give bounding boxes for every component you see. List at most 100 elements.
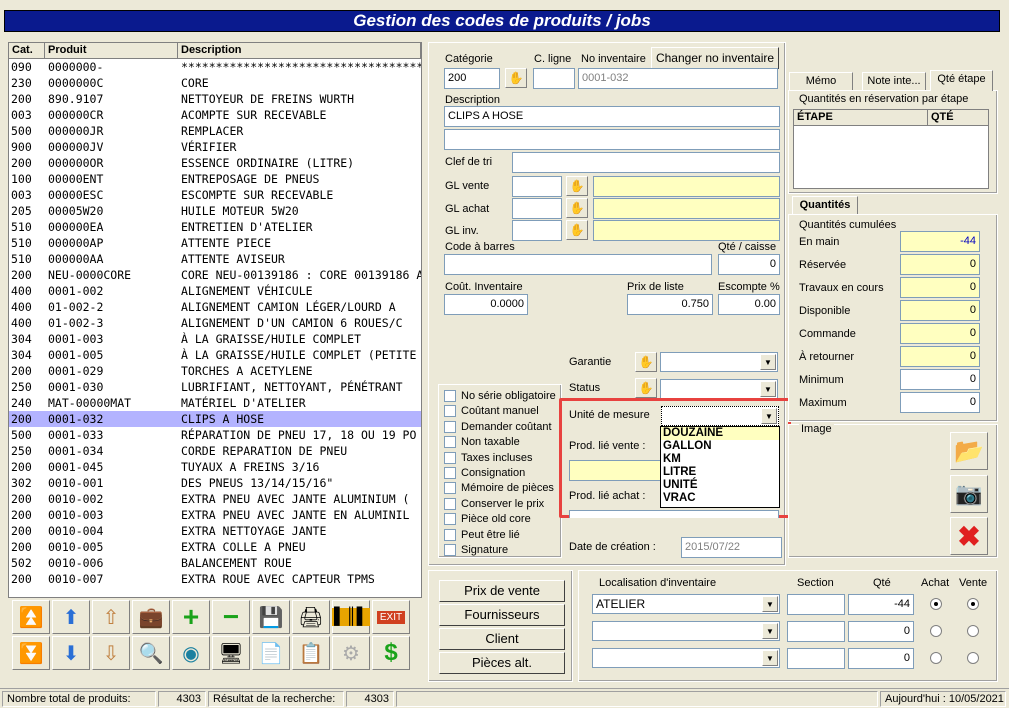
nav-up-icon[interactable]: ⬆ xyxy=(52,600,90,634)
list-item[interactable]: 250 0001-034 CORDE REPARATION DE PNEU xyxy=(9,443,421,459)
checkbox-option[interactable]: Peut être lié xyxy=(444,528,520,541)
chevron-down-icon[interactable]: ▼ xyxy=(762,650,778,666)
list-item[interactable]: 500 000000JR REMPLACER xyxy=(9,123,421,139)
save-icon[interactable]: 💾 xyxy=(252,600,290,634)
checkbox-box[interactable] xyxy=(444,451,456,464)
list-item[interactable]: 200 000000OR ESSENCE ORDINAIRE (LITRE) xyxy=(9,155,421,171)
briefcase-icon[interactable]: 💼 xyxy=(132,600,170,634)
checkbox-option[interactable]: Non taxable xyxy=(444,436,520,449)
checkbox-option[interactable]: Pièce old core xyxy=(444,513,531,526)
list-item[interactable]: 200 0001-045 TUYAUX A FREINS 3/16 xyxy=(9,459,421,475)
glvente-lookup-icon[interactable]: ✋ xyxy=(566,176,588,196)
list-item[interactable]: 510 000000AP ATTENTE PIECE xyxy=(9,235,421,251)
unite-option[interactable]: GALLON xyxy=(661,440,779,453)
garantie-select[interactable]: ▼ xyxy=(660,352,778,372)
col-header-qte[interactable]: QTÉ xyxy=(928,110,986,125)
checkbox-option[interactable]: Consignation xyxy=(444,467,525,479)
tab-quantites[interactable]: Quantités xyxy=(792,196,858,215)
chevron-down-icon[interactable]: ▼ xyxy=(760,354,776,370)
glvente-input[interactable] xyxy=(512,176,562,197)
glinv-input[interactable] xyxy=(512,220,562,241)
col-header-etape[interactable]: ÉTAPE xyxy=(794,110,928,125)
loc-select[interactable]: ▼ xyxy=(592,648,780,668)
list-item[interactable]: 240 MAT-00000MAT MATÉRIEL D'ATELIER xyxy=(9,395,421,411)
list-item[interactable]: 200 0010-005 EXTRA COLLE A PNEU xyxy=(9,539,421,555)
chevron-down-icon[interactable]: ▼ xyxy=(760,381,776,397)
list-item[interactable]: 304 0001-005 À LA GRAISSE/HUILE COMPLET (P… xyxy=(9,347,421,363)
unite-option[interactable]: VRAC xyxy=(661,492,779,505)
unite-dropdown-list[interactable]: DOUZAINE GALLON KM LITRE UNITÉ VRAC xyxy=(660,426,780,508)
client-button[interactable]: Client xyxy=(439,628,565,650)
list-item[interactable]: 400 0001-002 ALIGNEMENT VÉHICULE xyxy=(9,283,421,299)
checkbox-box[interactable] xyxy=(444,390,456,402)
vente-radio[interactable] xyxy=(967,598,979,610)
list-item[interactable]: 510 000000AA ATTENTE AVISEUR xyxy=(9,251,421,267)
list-item[interactable]: 510 000000EA ENTRETIEN D'ATELIER xyxy=(9,219,421,235)
categorie-input[interactable]: 200 xyxy=(444,68,500,89)
camera-icon[interactable]: 📷 xyxy=(950,475,988,513)
arrow-up-icon[interactable]: ⇧ xyxy=(92,600,130,634)
unite-option[interactable]: UNITÉ xyxy=(661,479,779,492)
list-item[interactable]: 400 01-002-2 ALIGNEMENT CAMION LÉGER/LOURD… xyxy=(9,299,421,315)
checkbox-box[interactable] xyxy=(444,482,456,495)
qtecaisse-input[interactable]: 0 xyxy=(718,254,780,275)
section-input[interactable] xyxy=(787,648,845,669)
glachat-input[interactable] xyxy=(512,198,562,219)
list-item[interactable]: 230 0000000C CORE xyxy=(9,75,421,91)
list-item[interactable]: 003 000000CR ACOMPTE SUR RECEVABLE xyxy=(9,107,421,123)
loc-qte-input[interactable]: -44 xyxy=(848,594,914,615)
checkbox-box[interactable] xyxy=(444,513,456,526)
document-icon[interactable]: 📄 xyxy=(252,636,290,670)
barcode-icon[interactable]: ▌║▌ xyxy=(332,600,371,634)
list-item[interactable]: 205 00005W20 HUILE MOTEUR 5W20 xyxy=(9,203,421,219)
chevron-down-icon[interactable]: ▼ xyxy=(762,596,778,612)
checkbox-option[interactable]: Coûtant manuel xyxy=(444,405,539,418)
list-item[interactable]: 200 890.9107 NETTOYEUR DE FREINS WURTH xyxy=(9,91,421,107)
cligne-input[interactable] xyxy=(533,68,575,89)
vente-radio[interactable] xyxy=(967,625,979,637)
checkbox-option[interactable]: Conserver le prix xyxy=(444,497,544,510)
remove-icon[interactable]: − xyxy=(212,600,250,634)
clef-input[interactable] xyxy=(512,152,780,173)
dollar-icon[interactable]: $ xyxy=(372,636,410,670)
glachat-lookup-icon[interactable]: ✋ xyxy=(566,198,588,218)
unite-select[interactable]: ▼ xyxy=(661,406,779,426)
etape-table[interactable]: ÉTAPE QTÉ xyxy=(793,109,989,189)
qty-value[interactable]: 0 xyxy=(900,392,980,413)
status-lookup-icon[interactable]: ✋ xyxy=(635,378,657,398)
list-item[interactable]: 200 0010-004 EXTRA NETTOYAGE JANTE xyxy=(9,523,421,539)
description2-input[interactable] xyxy=(444,129,780,150)
checkbox-box[interactable] xyxy=(444,544,456,556)
list-item[interactable]: 304 0001-003 À LA GRAISSE/HUILE COMPLET xyxy=(9,331,421,347)
loc-select[interactable]: ATELIER ▼ xyxy=(592,594,780,614)
list-item[interactable]: 200 NEU-0000CORE CORE NEU-00139186 : CORE … xyxy=(9,267,421,283)
list-item[interactable]: 003 00000ESC ESCOMPTE SUR RECEVABLE xyxy=(9,187,421,203)
exit-icon[interactable]: EXIT xyxy=(372,600,410,634)
list-item[interactable]: 200 0001-029 TORCHES A ACETYLENE xyxy=(9,363,421,379)
tab-qte-etape[interactable]: Qté étape xyxy=(930,70,993,91)
unite-option[interactable]: LITRE xyxy=(661,466,779,479)
status-select[interactable]: ▼ xyxy=(660,379,778,399)
product-list[interactable]: Cat. Produit Description 090 0000000- ****… xyxy=(8,42,422,598)
qty-value[interactable]: 0 xyxy=(900,369,980,390)
prixliste-input[interactable]: 0.750 xyxy=(627,294,713,315)
checkbox-box[interactable] xyxy=(444,436,456,449)
unite-option[interactable]: DOUZAINE xyxy=(661,427,779,440)
loc-qte-input[interactable]: 0 xyxy=(848,648,914,669)
monitor-icon[interactable]: 🖥 xyxy=(212,636,250,670)
list-item[interactable]: 200 0001-032 CLIPS A HOSE xyxy=(9,411,421,427)
delete-image-icon[interactable]: ✖ xyxy=(950,517,988,555)
nav-first-icon[interactable]: ⏫ xyxy=(12,600,50,634)
checkbox-option[interactable]: Mémoire de pièces xyxy=(444,482,554,495)
add-icon[interactable]: + xyxy=(172,600,210,634)
view-icon[interactable]: ◉ xyxy=(172,636,210,670)
loc-qte-input[interactable]: 0 xyxy=(848,621,914,642)
checkbox-option[interactable]: Demander coûtant xyxy=(444,420,552,433)
tab-note-interne[interactable]: Note inte... xyxy=(862,72,926,91)
checkbox-option[interactable]: No série obligatoire xyxy=(444,390,556,402)
search-icon[interactable]: 🔍 xyxy=(132,636,170,670)
section-input[interactable] xyxy=(787,594,845,615)
glinv-lookup-icon[interactable]: ✋ xyxy=(566,220,588,240)
notes-icon[interactable]: 📋 xyxy=(292,636,330,670)
codebarres-input[interactable] xyxy=(444,254,712,275)
